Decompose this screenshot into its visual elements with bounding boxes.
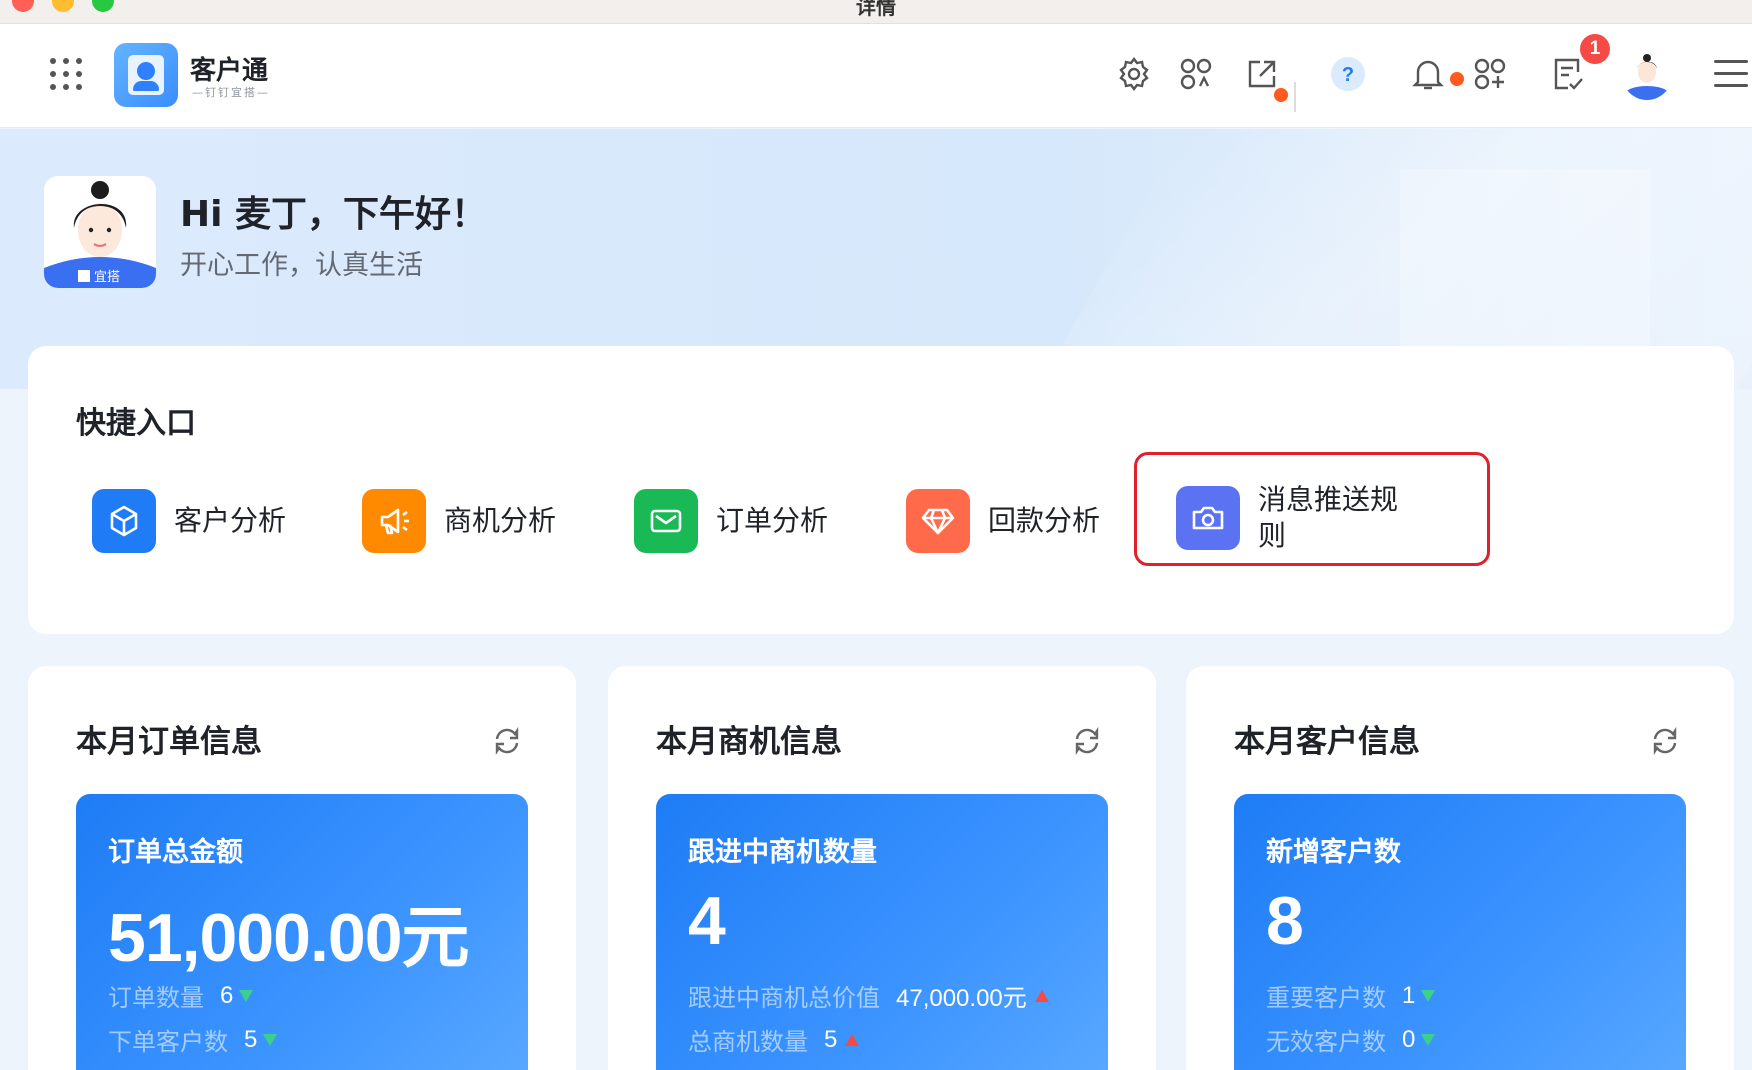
profile-avatar: 宜搭 — [44, 176, 156, 288]
trend-down-icon — [263, 1033, 278, 1046]
megaphone-icon — [362, 489, 426, 553]
stat-row: 重要客户数 1 — [1266, 978, 1436, 1013]
notification-bell-icon[interactable] — [1408, 54, 1448, 94]
quick-entry-customer-analysis[interactable]: 客户分析 — [92, 488, 286, 554]
quick-entry-order-analysis[interactable]: 订单分析 — [634, 488, 828, 554]
stat-row-label: 总商机数量 — [688, 1028, 808, 1056]
share-alert-dot — [1274, 88, 1288, 102]
card-title: 本月订单信息 — [76, 724, 262, 760]
stat-label: 订单总金额 — [108, 837, 243, 868]
app-header: 客户通 —钉钉宜搭— ? 1 — [0, 24, 1752, 128]
quick-entry-opportunity-analysis[interactable]: 商机分析 — [362, 488, 556, 554]
greeting-subtitle: 开心工作，认真生活 — [180, 250, 423, 281]
stat-value: 8 — [1266, 883, 1304, 959]
stat-row: 订单数量 6 — [108, 978, 254, 1013]
notification-dot — [1450, 72, 1464, 86]
stat-row-value: 5 — [824, 1025, 838, 1053]
todo-tasks-icon[interactable] — [1548, 54, 1588, 94]
quick-entry-label: 商机分析 — [444, 504, 557, 537]
quick-entry-label: 回款分析 — [988, 504, 1101, 537]
trend-down-icon — [1421, 989, 1436, 1002]
brand-name: 客户通 — [190, 56, 269, 86]
settings-gear-icon[interactable] — [1114, 54, 1154, 94]
more-menu-icon[interactable] — [1714, 60, 1748, 90]
stat-row-value: 0 — [1402, 1025, 1416, 1053]
stat-row-label: 无效客户数 — [1266, 1028, 1386, 1056]
mail-icon — [634, 489, 698, 553]
stat-label: 跟进中商机数量 — [688, 837, 877, 868]
stat-label: 新增客户数 — [1266, 837, 1401, 868]
stat-panel: 新增客户数 8 重要客户数 1 无效客户数 0 — [1234, 794, 1686, 1070]
card-title: 本月商机信息 — [656, 724, 842, 760]
stat-value: 4 — [688, 883, 726, 959]
trend-up-icon — [845, 1033, 860, 1046]
quick-entry-payment-analysis[interactable]: 回款分析 — [906, 488, 1100, 554]
avatar-tag: 宜搭 — [94, 269, 120, 285]
stat-row-value: 6 — [220, 981, 234, 1009]
header-divider — [1294, 82, 1296, 112]
refresh-icon[interactable] — [1072, 726, 1102, 756]
todo-count-badge: 1 — [1580, 34, 1610, 64]
trend-down-icon — [1421, 1033, 1436, 1046]
help-icon[interactable]: ? — [1328, 54, 1368, 94]
stat-panel: 订单总金额 51,000.00元 订单数量 6 下单客户数 5 — [76, 794, 528, 1070]
opportunity-info-card: 本月商机信息 跟进中商机数量 4 跟进中商机总价值 47,000.00元 总商机… — [608, 666, 1156, 1070]
stat-row: 跟进中商机总价值 47,000.00元 — [688, 978, 1049, 1013]
stat-row-label: 跟进中商机总价值 — [688, 984, 880, 1012]
order-info-card: 本月订单信息 订单总金额 51,000.00元 订单数量 6 下单客户数 5 — [28, 666, 576, 1070]
refresh-icon[interactable] — [1650, 726, 1680, 756]
customer-info-card: 本月客户信息 新增客户数 8 重要客户数 1 无效客户数 0 — [1186, 666, 1734, 1070]
stat-row-value: 5 — [244, 1025, 258, 1053]
stat-row-value: 47,000.00元 — [896, 985, 1027, 1012]
trend-up-icon — [1034, 989, 1049, 1002]
window-titlebar: 详情 — [0, 0, 1752, 24]
svg-text:?: ? — [1342, 64, 1354, 86]
refresh-icon[interactable] — [492, 726, 522, 756]
cube-icon — [92, 489, 156, 553]
stat-row-label: 重要客户数 — [1266, 984, 1386, 1012]
user-avatar[interactable] — [1622, 50, 1672, 100]
stat-row: 总商机数量 5 — [688, 1022, 860, 1057]
greeting-text: Hi 麦丁，下午好！ — [180, 194, 488, 235]
stat-row-value: 1 — [1402, 981, 1416, 1009]
stat-row: 无效客户数 0 — [1266, 1022, 1436, 1057]
workbench-apps-icon[interactable] — [1470, 54, 1510, 94]
share-external-icon[interactable] — [1242, 54, 1282, 94]
quick-entry-label: 客户分析 — [174, 504, 287, 537]
stat-value: 51,000.00元 — [108, 900, 470, 976]
stat-row-label: 订单数量 — [108, 984, 204, 1012]
card-title: 本月客户信息 — [1234, 724, 1420, 760]
window-title: 详情 — [856, 0, 896, 19]
diamond-icon — [906, 489, 970, 553]
quick-entry-title: 快捷入口 — [76, 406, 196, 441]
stat-row: 下单客户数 5 — [108, 1022, 278, 1057]
brand-subtitle: —钉钉宜搭— — [192, 86, 270, 99]
stat-panel: 跟进中商机数量 4 跟进中商机总价值 47,000.00元 总商机数量 5 — [656, 794, 1108, 1070]
highlight-annotation-box — [1134, 452, 1490, 566]
trend-down-icon — [239, 989, 254, 1002]
stat-row-label: 下单客户数 — [108, 1028, 228, 1056]
app-launcher-icon[interactable] — [50, 58, 82, 90]
apps-manage-icon[interactable] — [1176, 54, 1216, 94]
quick-entry-card: 快捷入口 客户分析 商机分析 订单分析 回款分析 消息推送规则 — [28, 346, 1734, 634]
quick-entry-label: 订单分析 — [716, 504, 829, 537]
app-logo[interactable] — [114, 43, 178, 107]
